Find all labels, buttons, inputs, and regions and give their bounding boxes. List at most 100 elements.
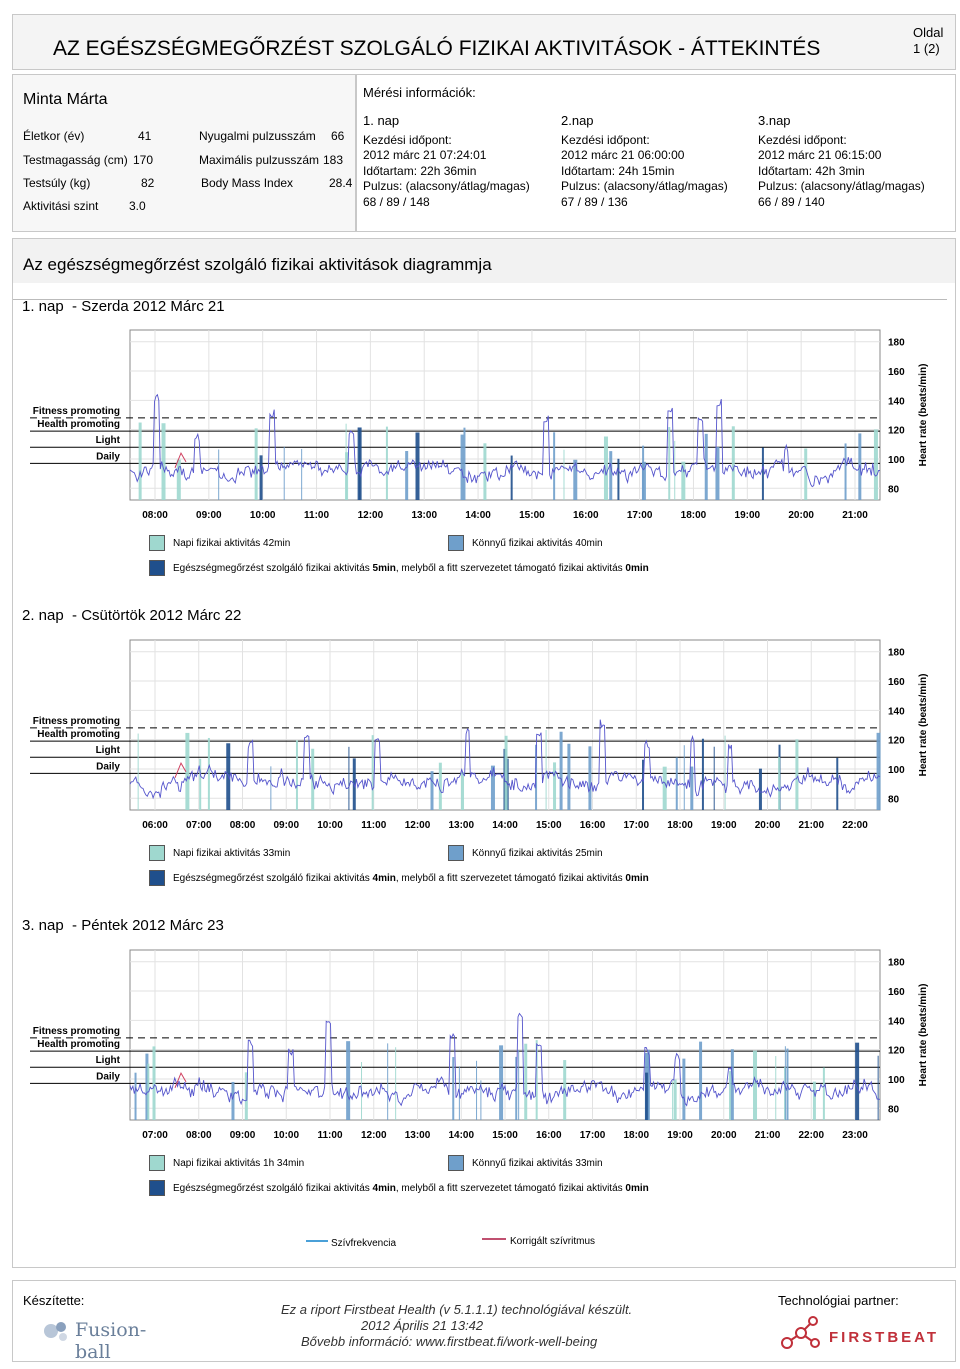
measurement-title: Mérési információk: — [363, 85, 476, 100]
x-tick-label: 16:00 — [536, 1130, 562, 1141]
activity-bar — [553, 762, 557, 810]
light-activity-label: Könnyű fizikai aktivitás 40min — [472, 538, 603, 549]
activity-bar — [559, 731, 563, 810]
day2-start: 2012 márc 21 06:00:00 — [561, 148, 685, 162]
activity-bar — [430, 771, 434, 810]
activity-bar — [673, 1079, 677, 1120]
activity-bar — [504, 735, 508, 810]
activity-bar — [301, 448, 303, 500]
max-hr-value: 183 — [323, 153, 344, 167]
activity-bar — [812, 1081, 816, 1120]
x-tick-label: 07:00 — [186, 820, 212, 831]
y-tick-label: 140 — [888, 396, 905, 407]
x-tick-label: 13:00 — [411, 510, 437, 521]
weight-label: Testsúly (kg) — [23, 176, 91, 190]
day1-pulse-label: Pulzus: (alacsony/átlag/magas) — [363, 179, 530, 193]
y-axis-title: Heart rate (beats/min) — [918, 984, 929, 1087]
day1-heart-rate-chart: Fitness promoting Health promoting Light Da… — [30, 329, 929, 521]
y-tick-label: 160 — [888, 677, 905, 688]
activity-bar — [855, 1042, 860, 1120]
x-tick-label: 23:00 — [842, 1130, 868, 1141]
activity-bar — [137, 733, 139, 810]
footer-line-2: 2012 Április 21 13:42 — [361, 1318, 484, 1333]
x-tick-label: 16:00 — [580, 820, 606, 831]
health-minutes: 4min — [372, 1183, 396, 1194]
activity-bar — [609, 451, 613, 500]
day3-heart-rate-chart: Fitness promoting Health promoting Light Da… — [30, 949, 929, 1141]
hr-legend-label: Szívfrekvencia — [331, 1238, 397, 1249]
x-tick-label: 06:00 — [142, 820, 168, 831]
weight-value: 82 — [141, 176, 155, 190]
bmi-value: 28.4 — [329, 176, 353, 190]
day1-start: 2012 márc 21 07:24:01 — [363, 148, 487, 162]
light-activity-swatch — [448, 845, 464, 861]
activity-bar — [699, 1041, 703, 1120]
health-activity-label: Egészségmegőrzést szolgáló fizikai aktiv… — [173, 873, 649, 884]
activity-bar — [476, 1060, 478, 1120]
x-tick-label: 22:00 — [798, 1130, 824, 1141]
day2-heart-rate-chart: Fitness promoting Health promoting Light Da… — [30, 639, 929, 831]
partner-label: Technológiai partner: — [778, 1293, 899, 1308]
zone-label: Fitness promoting — [33, 1026, 120, 1037]
x-tick-label: 15:00 — [519, 510, 545, 521]
y-tick-label: 100 — [888, 765, 905, 776]
x-tick-label: 18:00 — [681, 510, 707, 521]
activity-bar — [588, 746, 592, 810]
x-tick-label: 21:00 — [755, 1130, 781, 1141]
fusion-ball-logo: Fusion-ball — [41, 1317, 181, 1363]
y-tick-label: 120 — [888, 736, 905, 747]
x-tick-label: 16:00 — [573, 510, 599, 521]
activity-bar — [795, 739, 799, 810]
x-tick-label: 22:00 — [842, 820, 868, 831]
activity-bar — [844, 443, 847, 500]
activity-bar — [713, 746, 715, 810]
header-bar: AZ EGÉSZSÉGMEGŐRZÉST SZOLGÁLÓ FIZIKAI AK… — [12, 14, 956, 70]
y-tick-label: 160 — [888, 987, 905, 998]
footer-line-3: Bővebb információ: www.firstbeat.fi/work… — [301, 1334, 598, 1349]
activity-bar — [690, 766, 694, 810]
health-text-a: Egészségmegőrzést szolgáló fizikai aktiv… — [173, 1183, 373, 1194]
zone-label: Daily — [96, 451, 120, 462]
health-text-b: , melyből a fitt szervezetet támogató fi… — [395, 1183, 626, 1194]
daily-activity-swatch — [149, 845, 165, 861]
age-label: Életkor (év) — [23, 129, 85, 143]
health-text-a: Egészségmegőrzést szolgáló fizikai aktiv… — [173, 563, 373, 574]
footer-line-1: Ez a riport Firstbeat Health (v 5.1.1.1)… — [281, 1302, 633, 1317]
zone-label: Health promoting — [37, 419, 120, 430]
day1-name: 1. nap — [363, 113, 400, 128]
activity-bar — [270, 766, 272, 810]
day1-start-label: Kezdési időpont: — [363, 132, 452, 147]
health-minutes: 4min — [372, 873, 396, 884]
y-tick-label: 100 — [888, 1075, 905, 1086]
activity-bar — [668, 427, 671, 500]
measurement-panel: Mérési információk: 1. nap Kezdési időpo… — [356, 74, 956, 232]
fitness-minutes: 0min — [625, 1183, 649, 1194]
activity-bar — [231, 1081, 235, 1120]
zone-label: Light — [96, 435, 121, 446]
day2-start-label: Kezdési időpont: — [561, 132, 650, 147]
max-hr-label: Maximális pulzusszám — [199, 153, 320, 167]
day3-start-label: Kezdési időpont: — [758, 132, 847, 147]
y-tick-label: 100 — [888, 455, 905, 466]
corrected-legend-label: Korrigált szívritmus — [510, 1236, 596, 1247]
firstbeat-logo: FIRSTBEAT — [777, 1311, 957, 1357]
section-title: Az egészségmegőrzést szolgáló fizikai ak… — [23, 255, 492, 274]
fusion-ball-text: Fusion-ball — [75, 1319, 147, 1363]
fitness-minutes: 0min — [625, 873, 649, 884]
day1-title: 1. nap - Szerda 2012 Márc 21 — [22, 298, 225, 315]
x-tick-label: 19:00 — [711, 820, 737, 831]
corrected-legend-line — [482, 1238, 506, 1240]
x-tick-label: 14:00 — [448, 1130, 474, 1141]
activity-bar — [729, 1071, 732, 1120]
activity-bar — [553, 432, 556, 500]
health-activity-label: Egészségmegőrzést szolgáló fizikai aktiv… — [173, 1183, 649, 1194]
y-tick-label: 120 — [888, 426, 905, 437]
activity-bar — [876, 732, 881, 810]
day3-pulse-label: Pulzus: (alacsony/átlag/magas) — [758, 179, 925, 193]
zone-label: Light — [96, 745, 121, 756]
bmi-label: Body Mass Index — [201, 176, 294, 190]
day3-pulse: 66 / 89 / 140 — [758, 194, 825, 209]
activity-bar — [510, 455, 513, 500]
x-tick-label: 08:00 — [230, 820, 256, 831]
day3-name: 3.nap — [758, 113, 791, 128]
